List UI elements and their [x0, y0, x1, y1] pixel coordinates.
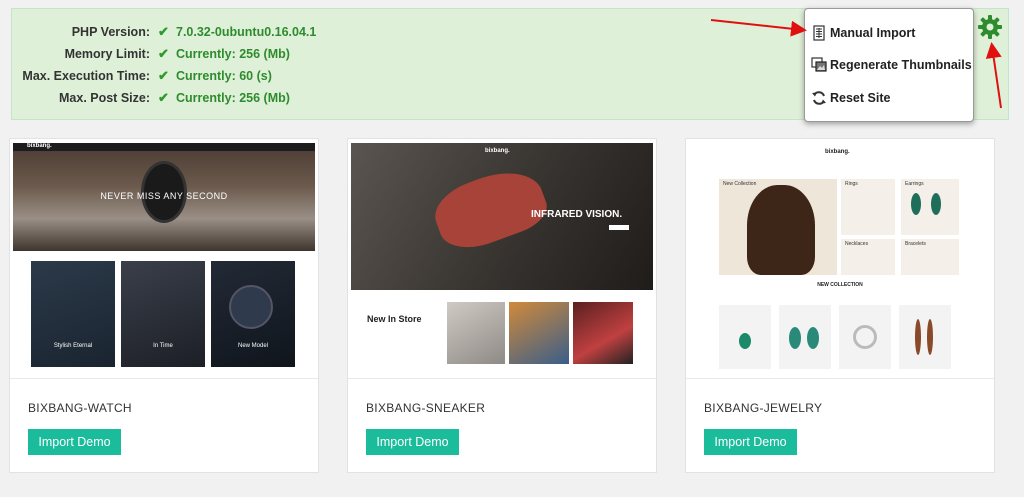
tile-rings: Rings — [841, 179, 895, 235]
reset-site-label: Reset Site — [830, 91, 891, 105]
php-version-row: PHP Version: ✔ 7.0.32-0ubuntu0.16.04.1 — [12, 22, 317, 42]
max-post-size-value: Currently: 256 (Mb) — [176, 91, 290, 105]
check-icon: ✔ — [158, 46, 169, 61]
max-post-size-label: Max. Post Size: — [59, 91, 150, 105]
demo-preview-watch[interactable]: bixbang. NEVER MISS ANY SECOND Stylish E… — [13, 143, 315, 376]
memory-limit-label: Memory Limit: — [64, 47, 150, 61]
tile-1: Stylish Eternal — [31, 261, 115, 367]
check-icon: ✔ — [158, 24, 169, 39]
import-demo-button[interactable]: Import Demo — [28, 429, 121, 455]
manual-import-menu-item[interactable]: Manual Import — [811, 22, 915, 44]
tile-earrings: Earrings — [901, 179, 959, 235]
product-4 — [899, 305, 951, 369]
hero-image: New Collection — [719, 179, 837, 275]
php-version-value: 7.0.32-0ubuntu0.16.04.1 — [176, 25, 317, 39]
demo-preview-jewelry[interactable]: bixbang. New Collection Rings Earrings N… — [689, 143, 991, 376]
hero-text: INFRARED VISION. — [531, 209, 623, 220]
tile-necklaces: Necklaces — [841, 239, 895, 275]
import-demo-button[interactable]: Import Demo — [366, 429, 459, 455]
regenerate-thumbnails-label: Regenerate Thumbnails — [830, 58, 972, 72]
reset-site-menu-item[interactable]: Reset Site — [811, 87, 890, 109]
max-execution-time-value: Currently: 60 (s) — [176, 69, 272, 83]
import-demo-button[interactable]: Import Demo — [704, 429, 797, 455]
demo-card-watch: bixbang. NEVER MISS ANY SECOND Stylish E… — [9, 138, 319, 473]
memory-limit-value: Currently: 256 (Mb) — [176, 47, 290, 61]
tile-2: In Time — [121, 261, 205, 367]
product-3 — [839, 305, 891, 369]
demo-title: BIXBANG-JEWELRY — [704, 401, 823, 415]
demo-title: BIXBANG-SNEAKER — [366, 401, 486, 415]
demo-card-sneaker: bixbang. INFRARED VISION. New In Store B… — [347, 138, 657, 473]
demo-title: BIXBANG-WATCH — [28, 401, 132, 415]
settings-dropdown-menu: Manual Import Regenerate Thumbnails Rese… — [804, 8, 974, 122]
preview-logo: bixbang. — [485, 148, 510, 154]
refresh-icon — [812, 91, 826, 105]
tile-3: New Model — [211, 261, 295, 367]
max-post-size-row: Max. Post Size: ✔ Currently: 256 (Mb) — [12, 88, 290, 108]
php-version-label: PHP Version: — [71, 25, 150, 39]
memory-limit-row: Memory Limit: ✔ Currently: 256 (Mb) — [12, 44, 290, 64]
product-2 — [509, 302, 569, 364]
max-execution-time-label: Max. Execution Time: — [22, 69, 150, 83]
preview-logo: bixbang. — [825, 149, 850, 155]
max-execution-time-row: Max. Execution Time: ✔ Currently: 60 (s) — [12, 66, 272, 86]
check-icon: ✔ — [158, 68, 169, 83]
gear-icon[interactable] — [977, 14, 1003, 40]
hero-image: bixbang. NEVER MISS ANY SECOND — [13, 143, 315, 251]
demo-card-jewelry: bixbang. New Collection Rings Earrings N… — [685, 138, 995, 473]
side-text: New In Store — [367, 314, 422, 324]
preview-logo: bixbang. — [27, 143, 52, 149]
hero-text: NEVER MISS ANY SECOND — [100, 191, 228, 201]
images-icon — [811, 57, 827, 72]
document-icon — [813, 25, 825, 41]
product-3 — [573, 302, 633, 364]
product-2 — [779, 305, 831, 369]
product-1 — [719, 305, 771, 369]
product-1 — [447, 302, 505, 364]
tile-bracelets: Bracelets — [901, 239, 959, 275]
hero-image: bixbang. INFRARED VISION. — [351, 143, 653, 290]
demo-preview-sneaker[interactable]: bixbang. INFRARED VISION. New In Store — [351, 143, 653, 376]
regenerate-thumbnails-menu-item[interactable]: Regenerate Thumbnails — [811, 54, 972, 76]
manual-import-label: Manual Import — [830, 26, 916, 40]
check-icon: ✔ — [158, 90, 169, 105]
section-title: NEW COLLECTION — [817, 282, 863, 288]
